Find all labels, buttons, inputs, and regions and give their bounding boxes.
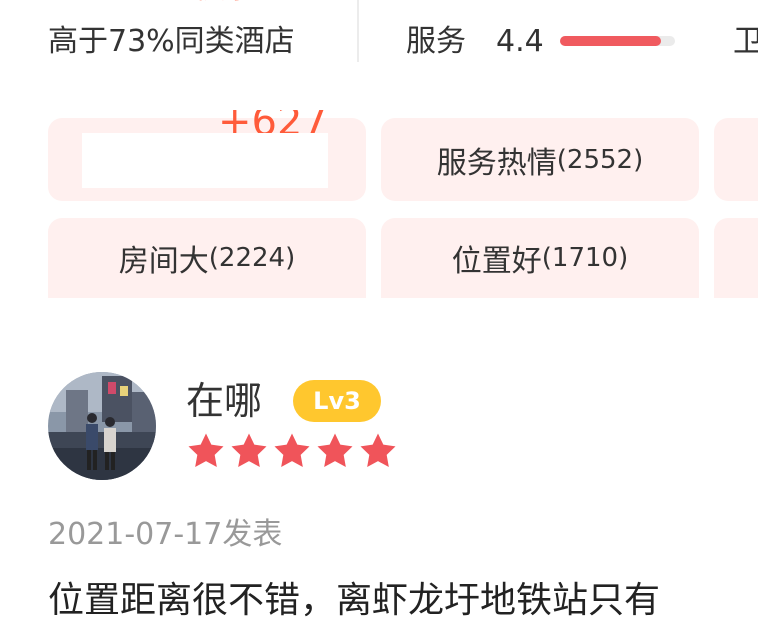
overall-rating-word: 很好 <box>195 0 255 4</box>
stats-divider <box>357 0 359 62</box>
star-icon <box>360 433 396 467</box>
star-icon <box>231 433 267 467</box>
star-rating <box>186 430 398 476</box>
review-tag-large-room[interactable]: 房间大 (2224) <box>48 218 366 298</box>
tag-label: 位置好 <box>451 244 542 279</box>
service-score-value: 4.4 <box>496 24 544 59</box>
review-date: 2021-07-17发表 <box>48 517 283 552</box>
rating-stats-strip: 很好 高于73%同类酒店 服务 4.4 卫 <box>0 0 758 70</box>
tag-image-strip <box>82 133 328 188</box>
review-tag-warm-service[interactable]: 服务热情 (2552) <box>381 118 699 201</box>
avatar[interactable] <box>48 372 156 480</box>
star-icon <box>188 433 224 467</box>
reviewer-name[interactable]: 在哪 <box>186 378 262 424</box>
star-icon <box>274 433 310 467</box>
tag-label: 服务热情 <box>436 145 557 181</box>
tag-count: (2224) <box>208 243 296 273</box>
member-level-badge: Lv3 <box>293 380 381 422</box>
service-score-label: 服务 <box>406 24 466 59</box>
service-score-bar-fill <box>560 36 662 46</box>
star-icon <box>317 433 353 467</box>
review-tag-good-location[interactable]: 位置好 (1710) <box>381 218 699 298</box>
percentile-text: 高于73%同类酒店 <box>48 24 295 59</box>
hygiene-score-label: 卫 <box>733 24 758 59</box>
hotel-reviews-page: 很好 高于73%同类酒店 服务 4.4 卫 +627 服务热情(2552) 房间… <box>0 0 758 638</box>
review-tag-partial[interactable] <box>714 118 758 201</box>
tag-label: 房间大 <box>118 244 209 279</box>
review-text[interactable]: 位置距离很不错，离虾龙圩地铁站只有 <box>48 574 758 628</box>
service-score-bar <box>560 36 675 46</box>
avatar-photo-icon <box>48 372 156 480</box>
tag-image-count: +627 <box>218 110 328 134</box>
tag-count: (2552) <box>556 144 644 175</box>
review-tag-partial[interactable] <box>714 218 758 298</box>
tag-count: (1710) <box>541 243 629 273</box>
